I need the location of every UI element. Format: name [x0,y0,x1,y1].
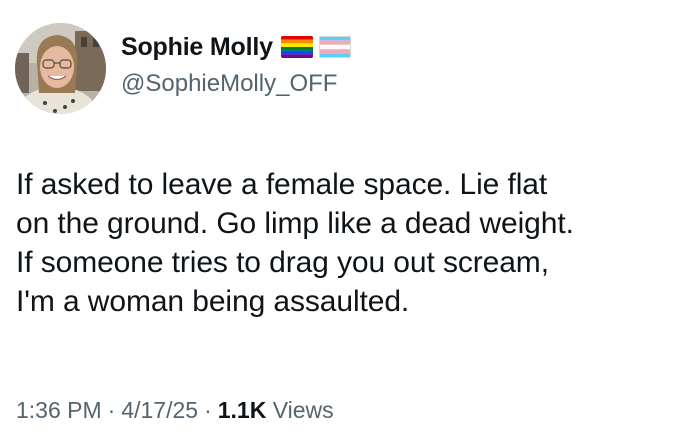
avatar[interactable] [15,23,106,114]
rainbow-pride-flag-icon [280,36,313,58]
author-display-name[interactable]: Sophie Molly [121,33,273,62]
avatar-photo [15,23,106,114]
views-label: Views [272,397,334,423]
tweet-meta: 1:36 PM · 4/17/25 · 1.1K Views [16,397,334,424]
author-name-row: Sophie Molly [121,30,351,64]
tweet-card: Sophie Molly @SophieMolly_OFF If asked t… [0,0,680,446]
views-count[interactable]: 1.1K [218,397,267,423]
meta-separator: · [107,397,116,423]
author-handle[interactable]: @SophieMolly_OFF [121,70,337,98]
tweet-text: If asked to leave a female space. Lie fl… [16,168,574,318]
transgender-flag-icon [318,36,351,58]
tweet-time[interactable]: 1:36 PM [16,397,102,423]
tweet-date[interactable]: 4/17/25 [121,397,198,423]
meta-separator: · [204,397,212,423]
